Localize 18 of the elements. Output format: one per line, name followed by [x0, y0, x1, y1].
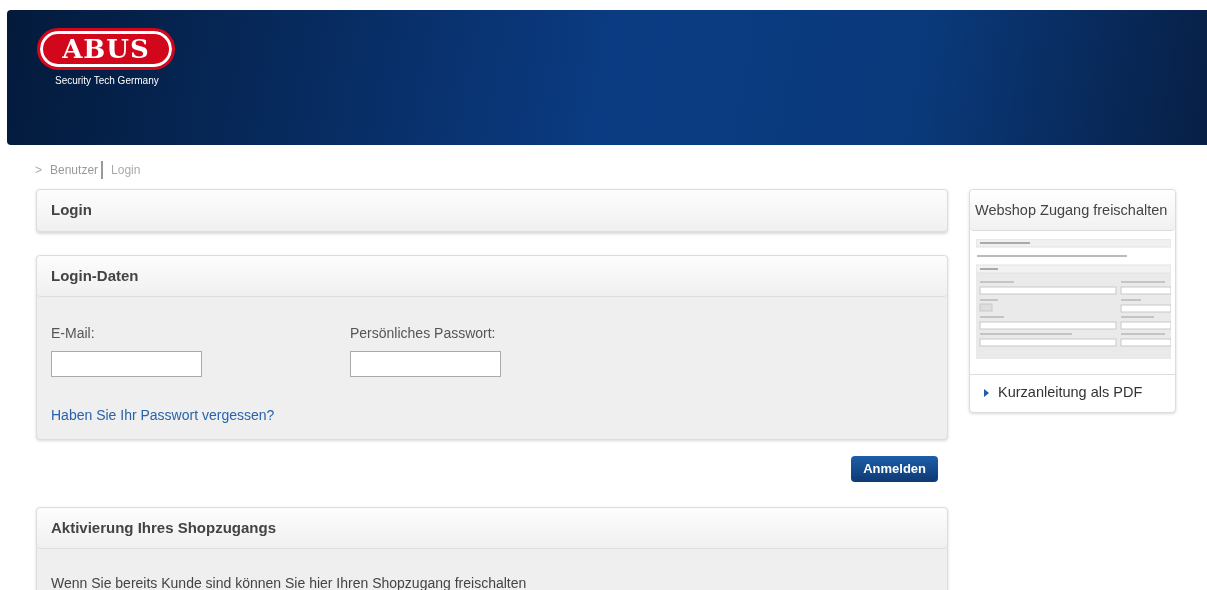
pdf-guide-link[interactable]: Kurzanleitung als PDF [970, 373, 1175, 412]
breadcrumb-separator: > [35, 162, 42, 179]
input-field[interactable] [350, 351, 501, 377]
breadcrumb-item[interactable]: Benutzer [50, 161, 104, 179]
sidebar-title: Webshop Zugang freischalten [970, 190, 1175, 231]
panel-title: Login [37, 190, 947, 232]
forgot-password-link[interactable]: Haben Sie Ihr Passwort vergessen? [51, 405, 275, 426]
logo[interactable]: ABUS [37, 28, 175, 70]
breadcrumb-item: Login [111, 162, 141, 179]
panel-title: Login-Daten [37, 255, 947, 297]
logo-tagline: Security Tech Germany [55, 74, 160, 88]
input-field[interactable] [51, 351, 202, 377]
login-button[interactable]: Anmelden [851, 456, 938, 482]
panel-title: Aktivierung Ihres Shopzugangs [37, 507, 947, 549]
triangle-icon [984, 388, 989, 397]
field-label: E-Mail: [51, 324, 96, 343]
field-label: Persönliches Passwort: [350, 324, 497, 343]
activation-text: Wenn Sie bereits Kunde sind können Sie hier Ihren Shopzugang freischalten [50, 574, 528, 590]
